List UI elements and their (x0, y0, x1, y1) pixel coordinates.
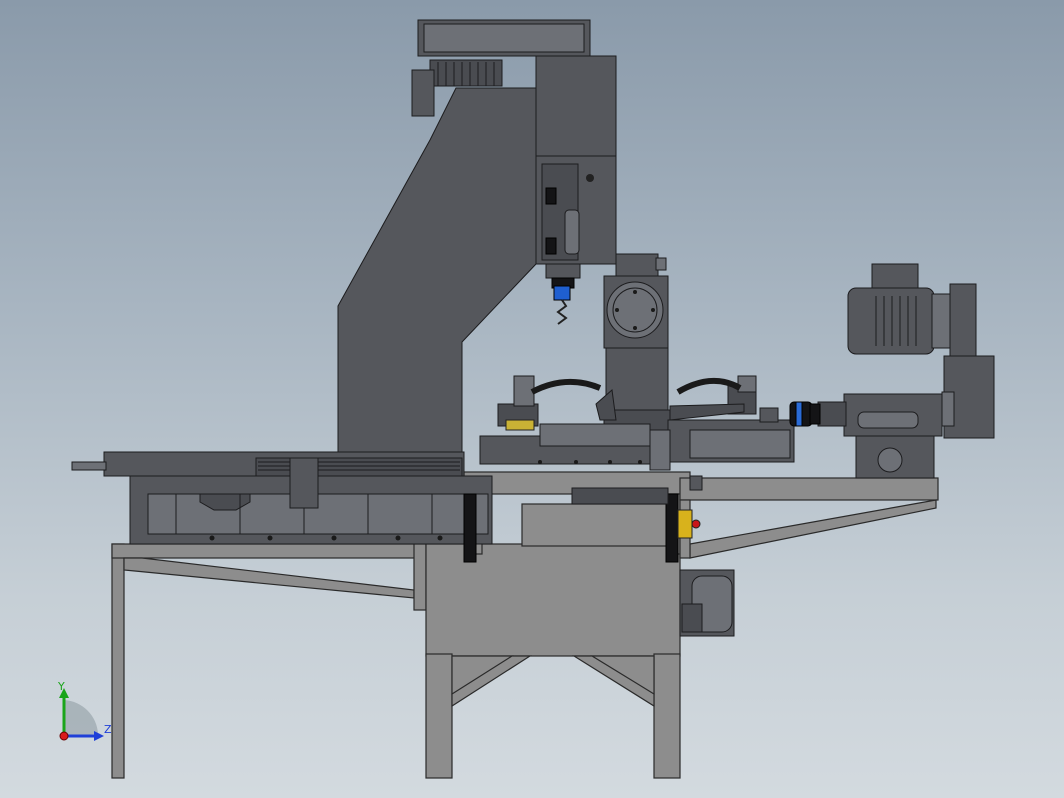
z-axis-label: Z (104, 723, 112, 736)
machine-column (337, 87, 537, 453)
z-axis-arrowhead-icon (94, 731, 104, 741)
machine-model[interactable]: Y Z (0, 0, 1064, 798)
coordinate-triad[interactable]: Y Z (57, 680, 112, 741)
x-axis-origin-icon (59, 731, 69, 741)
left-table (71, 451, 493, 545)
drive-motor-assembly (789, 263, 995, 479)
y-axis-label: Y (57, 680, 65, 693)
right-bracket (679, 477, 939, 559)
left-stand-frame (111, 543, 431, 779)
cad-viewport[interactable]: Y Z (0, 0, 1064, 798)
lower-motor (679, 569, 735, 637)
